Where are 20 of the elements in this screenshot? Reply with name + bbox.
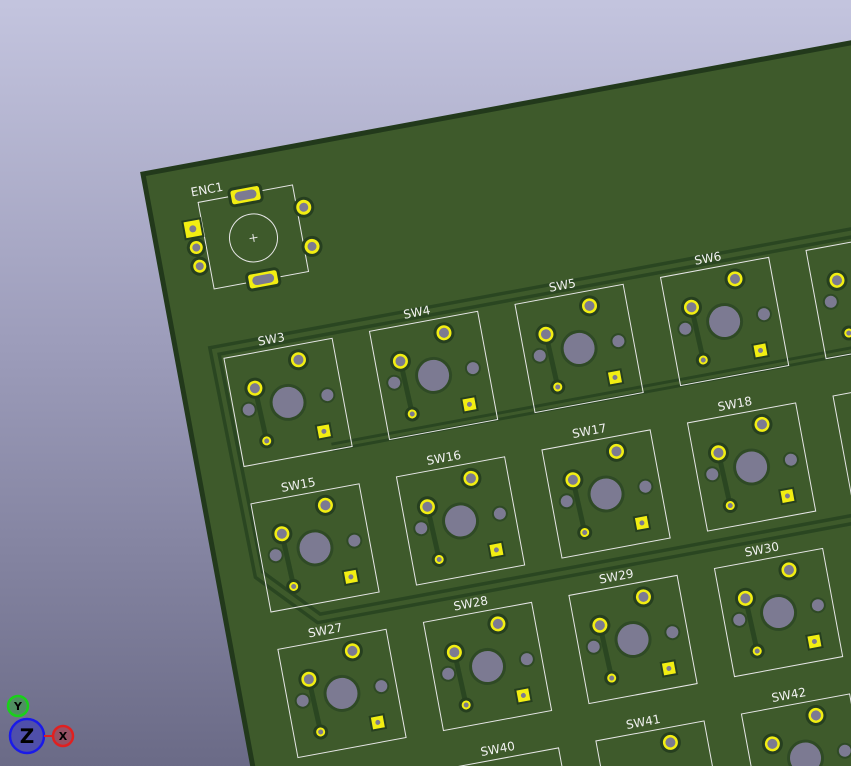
footprint-label: SW41 bbox=[624, 712, 662, 732]
footprint-label: SW3 bbox=[256, 330, 286, 349]
axis-label: Z bbox=[20, 724, 34, 748]
footprint-label: SW27 bbox=[306, 620, 344, 640]
footprint-label: SW16 bbox=[425, 448, 462, 468]
footprint-label: SW29 bbox=[598, 566, 635, 587]
footprint-label: SW30 bbox=[743, 539, 780, 560]
switch-footprint-drawing bbox=[660, 732, 681, 753]
footprint-label: SW18 bbox=[716, 394, 754, 414]
footprint-label: SW28 bbox=[452, 593, 490, 614]
footprint-label: SW15 bbox=[280, 474, 317, 495]
footprint-label: SW4 bbox=[402, 303, 432, 322]
footprint-label: SW42 bbox=[770, 685, 808, 706]
footprint-label: SW17 bbox=[570, 420, 608, 442]
axis-label: Y bbox=[14, 700, 22, 713]
axis-label: X bbox=[58, 730, 68, 743]
footprint-label: SW40 bbox=[479, 738, 516, 760]
footprint-label: SW6 bbox=[693, 249, 722, 268]
footprint-label: SW5 bbox=[548, 276, 577, 295]
footprint-label: ENC1 bbox=[190, 180, 224, 200]
